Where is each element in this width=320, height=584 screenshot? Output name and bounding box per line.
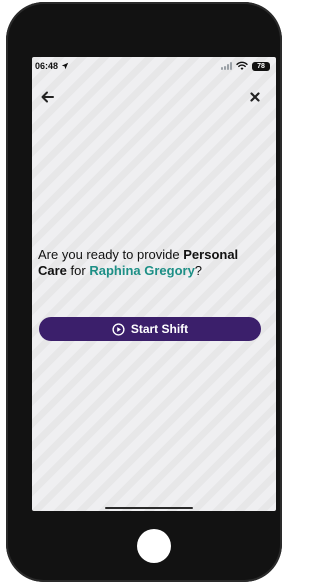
play-circle-icon: [112, 322, 125, 336]
status-time: 06:48: [35, 61, 59, 71]
prompt-text-1: Are you ready to provide: [38, 247, 184, 262]
status-left: 06:48: [35, 61, 69, 71]
location-arrow-icon: [61, 62, 69, 70]
client-name: Raphina Gregory: [89, 263, 195, 278]
start-shift-button[interactable]: Start Shift: [39, 317, 261, 341]
shift-prompt: Are you ready to provide Personal Care f…: [38, 247, 270, 279]
prompt-text-3: ?: [194, 263, 203, 278]
app-screen: 06:48 78 Are you ready to provide Person…: [32, 57, 276, 511]
arrow-left-icon: [41, 91, 54, 103]
prompt-text-2: for: [66, 263, 90, 278]
start-shift-label: Start Shift: [130, 322, 189, 336]
nav-row: [38, 87, 264, 107]
home-button[interactable]: [137, 529, 171, 563]
back-button[interactable]: [38, 88, 56, 106]
wifi-icon: [236, 61, 248, 70]
phone-frame: 06:48 78 Are you ready to provide Person…: [6, 2, 282, 582]
battery-icon: 78: [252, 61, 270, 71]
close-icon: [250, 92, 260, 102]
status-bar: 06:48 78: [32, 57, 276, 75]
home-indicator: [105, 507, 193, 509]
close-button[interactable]: [246, 88, 264, 106]
battery-level: 78: [257, 62, 265, 70]
status-right: 78: [221, 61, 270, 71]
signal-bars-icon: [221, 62, 232, 70]
